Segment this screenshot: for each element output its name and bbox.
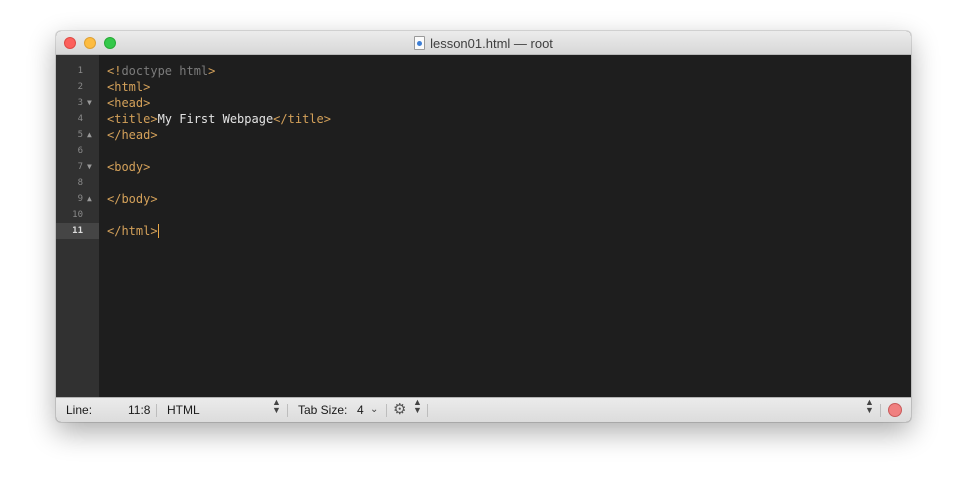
code-line[interactable]: <html> (107, 79, 150, 95)
gutter-row: 5 ▲ (56, 127, 99, 143)
code-line[interactable]: <!doctype html> (107, 63, 215, 79)
line-number: 1 (77, 66, 83, 76)
divider (880, 404, 881, 417)
window-title-group: lesson01.html — root (56, 31, 911, 55)
code-token-doctype: doctype html (121, 64, 209, 78)
code-token-tag: </head> (107, 128, 158, 142)
text-caret (157, 224, 159, 238)
code-token-tag: <head> (107, 96, 151, 110)
settings-updown-icon[interactable]: ▲ ▼ (413, 398, 422, 422)
gutter-row: 1 (56, 63, 99, 79)
line-number: 7 (77, 162, 83, 172)
gutter-row: 8 (56, 175, 99, 191)
status-bar: Line: 11:8 HTML ▲ ▼ Tab Size: 4 ⌄ ⚙ ▲ ▼ ▲ ▼ (56, 397, 911, 422)
code-line[interactable]: </head> (107, 127, 158, 143)
code-token-tag: <title> (107, 112, 158, 126)
code-token-tag: </html> (107, 224, 158, 238)
line-number: 8 (77, 178, 83, 188)
language-updown-icon[interactable]: ▲ ▼ (272, 398, 281, 422)
line-number: 9 (77, 194, 83, 204)
line-number-gutter: 1 2 3 ▼ 4 5 ▲ 6 7 ▼ 8 9 ▲ 10 11 (56, 55, 99, 397)
fold-collapse-icon[interactable]: ▼ (87, 159, 92, 175)
html-document-icon[interactable] (414, 36, 426, 50)
code-line[interactable]: <head> (107, 95, 150, 111)
code-line[interactable]: </html> (107, 223, 159, 239)
line-number: 5 (77, 130, 83, 140)
line-number: 6 (77, 146, 83, 156)
fold-end-icon[interactable]: ▲ (87, 127, 92, 143)
tab-size-value[interactable]: 4 (357, 398, 364, 422)
divider (287, 404, 288, 417)
code-editor[interactable]: 1 2 3 ▼ 4 5 ▲ 6 7 ▼ 8 9 ▲ 10 11 <!doctype html> <html> <… (56, 55, 911, 397)
code-line[interactable]: </body> (107, 191, 158, 207)
gutter-row: 11 (56, 223, 99, 239)
code-token-tag: <body> (107, 160, 151, 174)
gutter-row: 3 ▼ (56, 95, 99, 111)
line-number: 11 (72, 226, 83, 236)
gutter-row: 2 (56, 79, 99, 95)
code-line[interactable]: <body> (107, 159, 150, 175)
code-token-text: My First Webpage (157, 112, 274, 126)
chevron-down-icon[interactable]: ⌄ (370, 398, 378, 422)
syntax-language-popup[interactable]: HTML (167, 398, 200, 422)
code-token-tag: <html> (107, 80, 151, 94)
line-number: 10 (72, 210, 83, 220)
divider (386, 404, 387, 417)
code-line[interactable]: <title>My First Webpage</title> (107, 111, 331, 127)
code-token-tag: <! (107, 64, 122, 78)
fold-collapse-icon[interactable]: ▼ (87, 95, 92, 111)
gutter-row: 7 ▼ (56, 159, 99, 175)
gear-icon[interactable]: ⚙ (393, 402, 406, 418)
gutter-row: 10 (56, 207, 99, 223)
divider (156, 404, 157, 417)
cursor-position[interactable]: 11:8 (128, 398, 150, 422)
tab-size-label: Tab Size: (298, 403, 348, 417)
code-token-tag: </body> (107, 192, 158, 206)
code-token-tag: </title> (273, 112, 331, 126)
divider (427, 404, 428, 417)
title-bar[interactable]: lesson01.html — root (56, 31, 911, 55)
editor-window: lesson01.html — root 1 2 3 ▼ 4 5 ▲ 6 7 ▼ 8 9 ▲ 10 11 <… (56, 31, 911, 422)
gutter-row: 6 (56, 143, 99, 159)
window-title: lesson01.html — root (430, 35, 553, 51)
gutter-row: 9 ▲ (56, 191, 99, 207)
fold-end-icon[interactable]: ▲ (87, 191, 92, 207)
gutter-row: 4 (56, 111, 99, 127)
line-number: 2 (77, 82, 83, 92)
line-number: 3 (77, 98, 83, 108)
line-label: Line: (66, 403, 93, 417)
line-number: 4 (77, 114, 83, 124)
record-icon[interactable] (888, 403, 902, 417)
code-token-tag: > (208, 64, 216, 78)
symbol-updown-icon[interactable]: ▲ ▼ (865, 398, 874, 422)
